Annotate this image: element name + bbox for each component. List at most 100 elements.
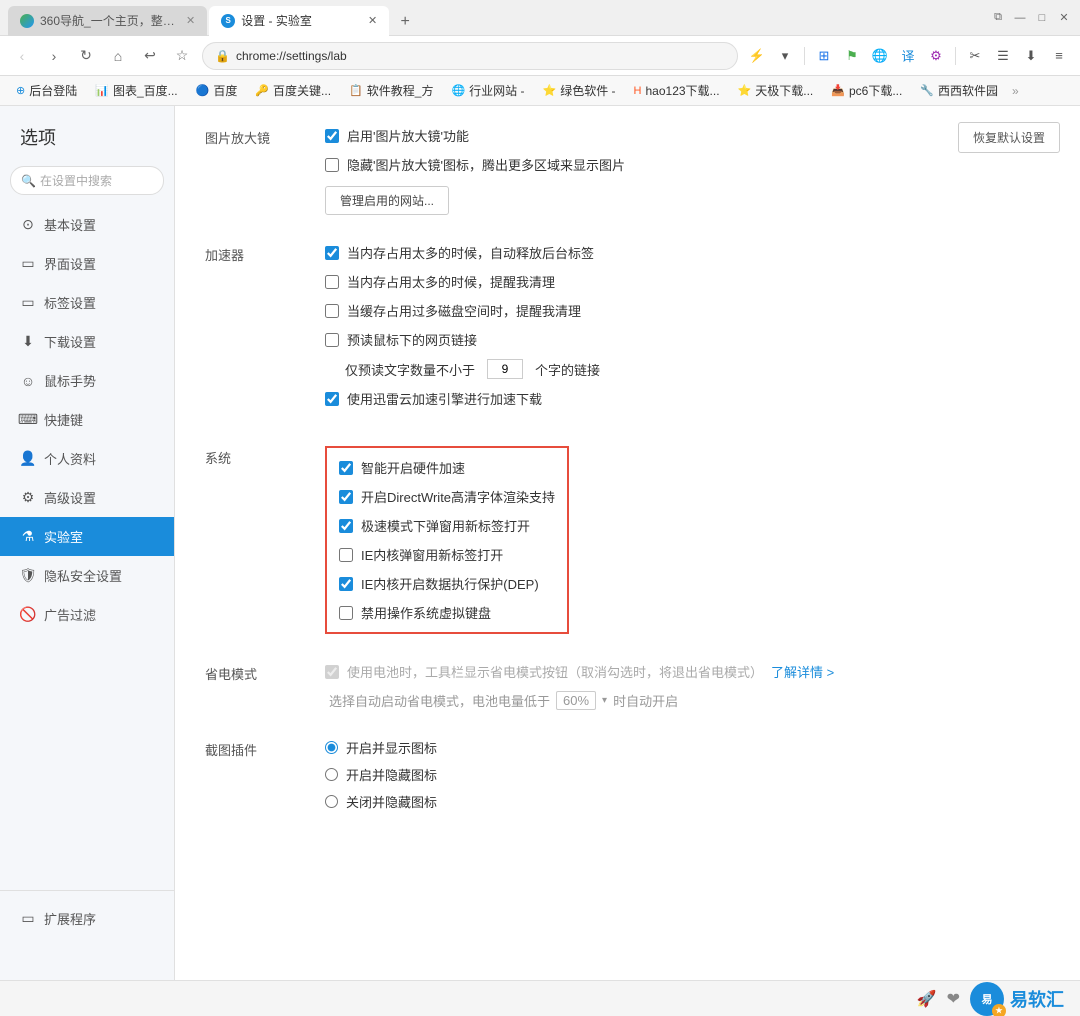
acc3-label[interactable]: 当缓存占用过多磁盘空间时，提醒我清理 bbox=[347, 301, 581, 320]
preread-prefix: 仅预读文字数量不小于 bbox=[345, 360, 475, 379]
power-save-label: 省电模式 bbox=[205, 662, 325, 683]
back-btn[interactable]: ‹ bbox=[10, 44, 34, 68]
bookmarks-more[interactable]: » bbox=[1012, 84, 1019, 98]
sidebar-item-advanced[interactable]: ⚙ 高级设置 bbox=[0, 478, 174, 517]
bookmark-pc6[interactable]: 📥 pc6下载... bbox=[823, 80, 910, 101]
sidebar-search-placeholder: 在设置中搜索 bbox=[40, 172, 112, 189]
advanced-icon: ⚙ bbox=[20, 490, 36, 506]
sidebar-search[interactable]: 🔍 在设置中搜索 bbox=[10, 166, 164, 195]
tab-2[interactable]: S 设置 - 实验室 ✕ bbox=[209, 6, 389, 36]
acc2-label[interactable]: 当内存占用太多的时候，提醒我清理 bbox=[347, 272, 555, 291]
sidebar-item-mouse[interactable]: ☺ 鼠标手势 bbox=[0, 361, 174, 400]
hw-accel-label[interactable]: 智能开启硬件加速 bbox=[361, 458, 465, 477]
battery-checkbox[interactable] bbox=[325, 665, 339, 679]
star-btn[interactable]: ☆ bbox=[170, 44, 194, 68]
ss3-radio[interactable] bbox=[325, 795, 338, 808]
directwrite-row: 开启DirectWrite高清字体渲染支持 bbox=[339, 487, 555, 506]
maximize-btn[interactable]: □ bbox=[1034, 10, 1050, 26]
battery-label[interactable]: 使用电池时，工具栏显示省电模式按钮（取消勾选时，将退出省电模式） bbox=[347, 662, 763, 681]
menu-icon[interactable]: ≡ bbox=[1048, 45, 1070, 67]
hide-icon-checkbox[interactable] bbox=[325, 158, 339, 172]
sidebar-item-privacy[interactable]: 🛡 隐私安全设置 bbox=[0, 556, 174, 595]
sidebar-item-lab[interactable]: ⚗ 实验室 bbox=[0, 517, 174, 556]
close-btn[interactable]: ✕ bbox=[1056, 10, 1072, 26]
ext2-icon[interactable]: ☰ bbox=[992, 45, 1014, 67]
acc4-checkbox[interactable] bbox=[325, 333, 339, 347]
dep-label[interactable]: IE内核开启数据执行保护(DEP) bbox=[361, 574, 539, 593]
bookmark-industry[interactable]: 🌐 行业网站 - bbox=[443, 80, 532, 101]
sidebar-item-basic[interactable]: ⊙ 基本设置 bbox=[0, 205, 174, 244]
restore-defaults-btn[interactable]: 恢复默认设置 bbox=[958, 122, 1060, 153]
xunlei-checkbox[interactable] bbox=[325, 392, 339, 406]
download-icon[interactable]: ⬇ bbox=[1020, 45, 1042, 67]
ie-popup-checkbox[interactable] bbox=[339, 548, 353, 562]
bookmark-green[interactable]: ⭐ 绿色软件 - bbox=[535, 80, 624, 101]
address-input[interactable]: 🔒 chrome://settings/lab bbox=[202, 42, 738, 70]
xunlei-label[interactable]: 使用迅雷云加速引擎进行加速下载 bbox=[347, 389, 542, 408]
toolbar-icons: ⚡ ▾ ⊞ ⚑ 🌐 译 ⚙ ✂ ☰ ⬇ ≡ bbox=[746, 45, 1070, 67]
forward-btn[interactable]: › bbox=[42, 44, 66, 68]
tab-1[interactable]: 360导航_一个主页，整个世界 ✕ bbox=[8, 6, 207, 36]
globe-icon[interactable]: 🌐 bbox=[869, 45, 891, 67]
dropdown-btn[interactable]: ▾ bbox=[774, 45, 796, 67]
sidebar-item-shortcut[interactable]: ⌨ 快捷键 bbox=[0, 400, 174, 439]
refresh-btn[interactable]: ↻ bbox=[74, 44, 98, 68]
enable-zoom-label[interactable]: 启用'图片放大镜'功能 bbox=[347, 126, 469, 145]
extreme-mode-checkbox[interactable] bbox=[339, 519, 353, 533]
acc1-checkbox[interactable] bbox=[325, 246, 339, 260]
bookmark-tianji[interactable]: ⭐ 天极下载... bbox=[730, 80, 822, 101]
ss1-label[interactable]: 开启并显示图标 bbox=[346, 738, 437, 757]
bookmark-xixi[interactable]: 🔧 西西软件园 bbox=[912, 80, 1006, 101]
bookmark-baidu-kw[interactable]: 🔑 百度关键... bbox=[247, 80, 339, 101]
windows-icon[interactable]: ⊞ bbox=[813, 45, 835, 67]
auto-value: 60% bbox=[556, 691, 596, 710]
minimize-btn[interactable]: — bbox=[1012, 10, 1028, 26]
manage-sites-btn[interactable]: 管理启用的网站... bbox=[325, 186, 449, 215]
learn-more-link[interactable]: 了解详情 > bbox=[771, 662, 834, 681]
ie-popup-label[interactable]: IE内核弹窗用新标签打开 bbox=[361, 545, 503, 564]
bookmark-hao123[interactable]: H hao123下载... bbox=[626, 80, 728, 101]
acc2-row: 当内存占用太多的时候，提醒我清理 bbox=[325, 272, 1050, 291]
enable-zoom-checkbox[interactable] bbox=[325, 129, 339, 143]
scissors-icon[interactable]: ✂ bbox=[964, 45, 986, 67]
no-vkb-checkbox[interactable] bbox=[339, 606, 353, 620]
no-vkb-label[interactable]: 禁用操作系统虚拟键盘 bbox=[361, 603, 491, 622]
sidebar-item-extensions[interactable]: ▭ 扩展程序 bbox=[0, 899, 175, 938]
home-btn[interactable]: ⌂ bbox=[106, 44, 130, 68]
acc2-checkbox[interactable] bbox=[325, 275, 339, 289]
ext-icon[interactable]: ⚙ bbox=[925, 45, 947, 67]
ss3-label[interactable]: 关闭并隐藏图标 bbox=[346, 792, 437, 811]
ie-popup-row: IE内核弹窗用新标签打开 bbox=[339, 545, 555, 564]
directwrite-label[interactable]: 开启DirectWrite高清字体渲染支持 bbox=[361, 487, 555, 506]
sidebar-item-ui[interactable]: ▭ 界面设置 bbox=[0, 244, 174, 283]
bookmark-chart[interactable]: 📊 图表_百度... bbox=[87, 80, 185, 101]
back2-btn[interactable]: ↩ bbox=[138, 44, 162, 68]
ss2-radio[interactable] bbox=[325, 768, 338, 781]
hide-icon-label[interactable]: 隐藏'图片放大镜'图标，腾出更多区域来显示图片 bbox=[347, 155, 625, 174]
lightning-btn[interactable]: ⚡ bbox=[746, 45, 768, 67]
new-tab-button[interactable]: + bbox=[391, 8, 419, 36]
bookmark-baidu[interactable]: 🔵 百度 bbox=[188, 80, 246, 101]
sidebar-item-adblock[interactable]: 🚫 广告过滤 bbox=[0, 595, 174, 634]
translate-icon[interactable]: 译 bbox=[897, 45, 919, 67]
extreme-mode-label[interactable]: 极速模式下弹窗用新标签打开 bbox=[361, 516, 530, 535]
acc1-label[interactable]: 当内存占用太多的时候，自动释放后台标签 bbox=[347, 243, 594, 262]
titlebar: 360导航_一个主页，整个世界 ✕ S 设置 - 实验室 ✕ + ⧉ — □ ✕ bbox=[0, 0, 1080, 36]
directwrite-checkbox[interactable] bbox=[339, 490, 353, 504]
tab-1-close[interactable]: ✕ bbox=[186, 14, 195, 27]
bookmark-tutorial[interactable]: 📋 软件教程_方 bbox=[341, 80, 441, 101]
restore-window-btn[interactable]: ⧉ bbox=[990, 10, 1006, 26]
ss2-label[interactable]: 开启并隐藏图标 bbox=[346, 765, 437, 784]
flag-icon[interactable]: ⚑ bbox=[841, 45, 863, 67]
bookmark-backend[interactable]: ⊕ 后台登陆 bbox=[8, 80, 85, 101]
acc4-label[interactable]: 预读鼠标下的网页链接 bbox=[347, 330, 477, 349]
sidebar-item-profile[interactable]: 👤 个人资料 bbox=[0, 439, 174, 478]
acc3-checkbox[interactable] bbox=[325, 304, 339, 318]
tab-2-close[interactable]: ✕ bbox=[368, 14, 377, 27]
sidebar-item-tabs[interactable]: ▭ 标签设置 bbox=[0, 283, 174, 322]
ss1-radio[interactable] bbox=[325, 741, 338, 754]
dep-checkbox[interactable] bbox=[339, 577, 353, 591]
preread-input[interactable] bbox=[487, 359, 523, 379]
sidebar-item-download[interactable]: ⬇ 下载设置 bbox=[0, 322, 174, 361]
hw-accel-checkbox[interactable] bbox=[339, 461, 353, 475]
